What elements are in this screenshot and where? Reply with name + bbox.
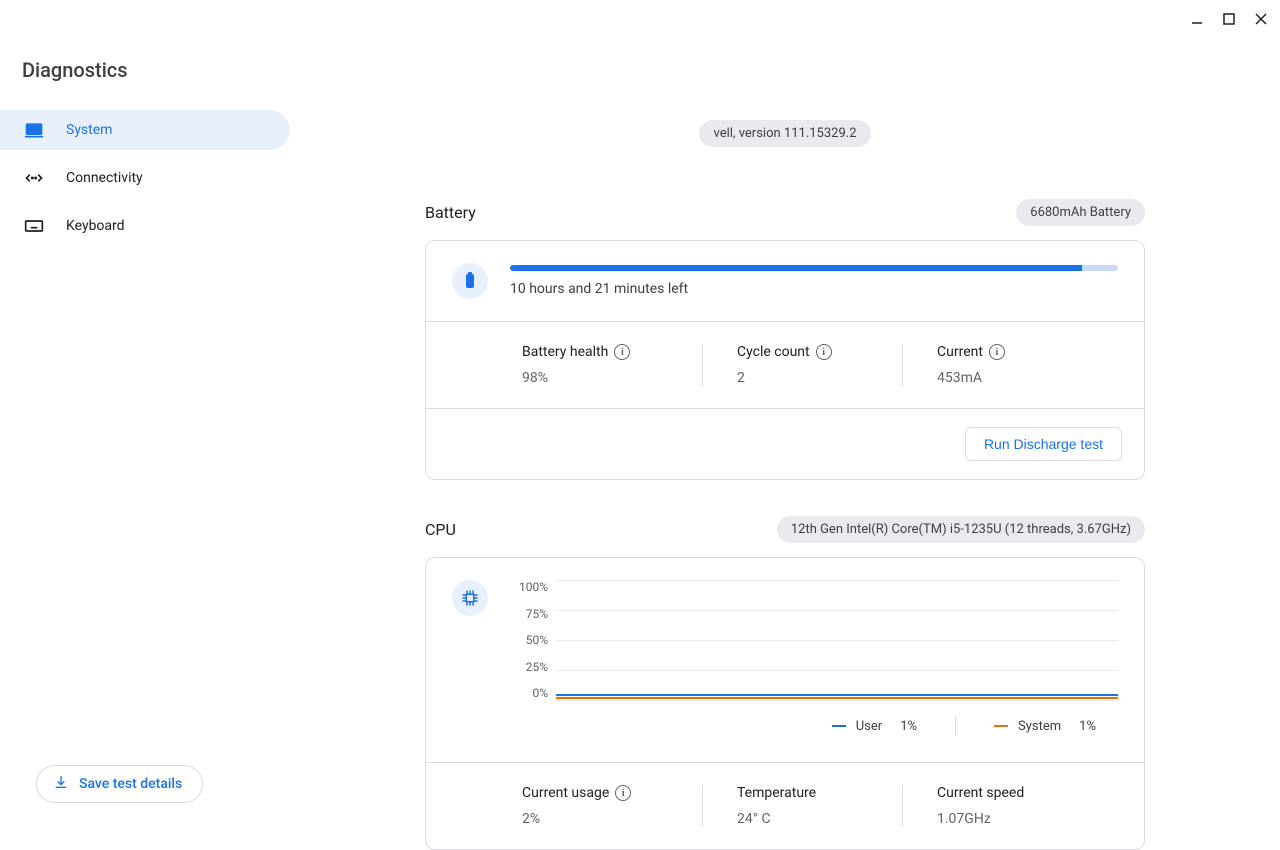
cpu-temp-value: 24° C: [737, 811, 868, 827]
cpu-speed-value: 1.07GHz: [937, 811, 1068, 827]
cycle-count-value: 2: [737, 370, 868, 386]
maximize-icon[interactable]: [1222, 12, 1236, 26]
current-label: Current: [937, 344, 983, 360]
page-title: Diagnostics: [22, 58, 128, 82]
sidebar: System Connectivity Keyboard: [0, 110, 290, 254]
legend-user: User 1%: [818, 719, 931, 734]
cpu-usage-label: Current usage: [522, 785, 609, 801]
cpu-speed-label: Current speed: [937, 785, 1024, 801]
sidebar-item-keyboard[interactable]: Keyboard: [0, 206, 290, 246]
save-test-details-label: Save test details: [79, 776, 182, 792]
cycle-count-label: Cycle count: [737, 344, 810, 360]
sidebar-item-system[interactable]: System: [0, 110, 290, 150]
cpu-temp-label: Temperature: [737, 785, 816, 801]
battery-section-title: Battery: [425, 203, 476, 222]
laptop-icon: [24, 120, 44, 140]
cpu-model-chip: 12th Gen Intel(R) Core(TM) i5-1235U (12 …: [777, 516, 1145, 543]
info-icon[interactable]: i: [816, 344, 832, 360]
legend-system: System 1%: [980, 719, 1110, 734]
version-chip: vell, version 111.15329.2: [699, 120, 870, 147]
battery-progress-bar: [510, 265, 1118, 271]
battery-icon: [452, 263, 488, 299]
sidebar-item-label: System: [66, 122, 112, 138]
info-icon[interactable]: i: [615, 785, 631, 801]
y-tick: 0%: [510, 686, 548, 700]
y-tick: 75%: [510, 607, 548, 621]
current-value: 453mA: [937, 370, 1068, 386]
info-icon[interactable]: i: [989, 344, 1005, 360]
download-icon: [53, 774, 69, 794]
cpu-usage-value: 2%: [522, 811, 668, 827]
cpu-user-series: [556, 694, 1118, 696]
cpu-section-title: CPU: [425, 520, 456, 539]
ethernet-icon: [24, 168, 44, 188]
sidebar-item-label: Keyboard: [66, 218, 125, 234]
cpu-card: 100% 75% 50% 25% 0%: [425, 557, 1145, 850]
cpu-system-series: [556, 697, 1118, 699]
minimize-icon[interactable]: [1190, 12, 1204, 26]
battery-capacity-chip: 6680mAh Battery: [1016, 199, 1145, 226]
close-icon[interactable]: [1254, 12, 1268, 26]
sidebar-item-connectivity[interactable]: Connectivity: [0, 158, 290, 198]
battery-health-value: 98%: [522, 370, 668, 386]
cpu-usage-chart: 100% 75% 50% 25% 0%: [510, 580, 1118, 700]
y-tick: 100%: [510, 580, 548, 594]
info-icon[interactable]: i: [614, 344, 630, 360]
battery-health-label: Battery health: [522, 344, 608, 360]
battery-card: 10 hours and 21 minutes left Battery hea…: [425, 240, 1145, 480]
battery-time-left: 10 hours and 21 minutes left: [510, 281, 1118, 297]
save-test-details-button[interactable]: Save test details: [36, 765, 203, 803]
y-tick: 50%: [510, 633, 548, 647]
run-discharge-test-button[interactable]: Run Discharge test: [965, 427, 1122, 461]
y-tick: 25%: [510, 660, 548, 674]
keyboard-icon: [24, 216, 44, 236]
cpu-icon: [452, 580, 488, 616]
sidebar-item-label: Connectivity: [66, 170, 143, 186]
